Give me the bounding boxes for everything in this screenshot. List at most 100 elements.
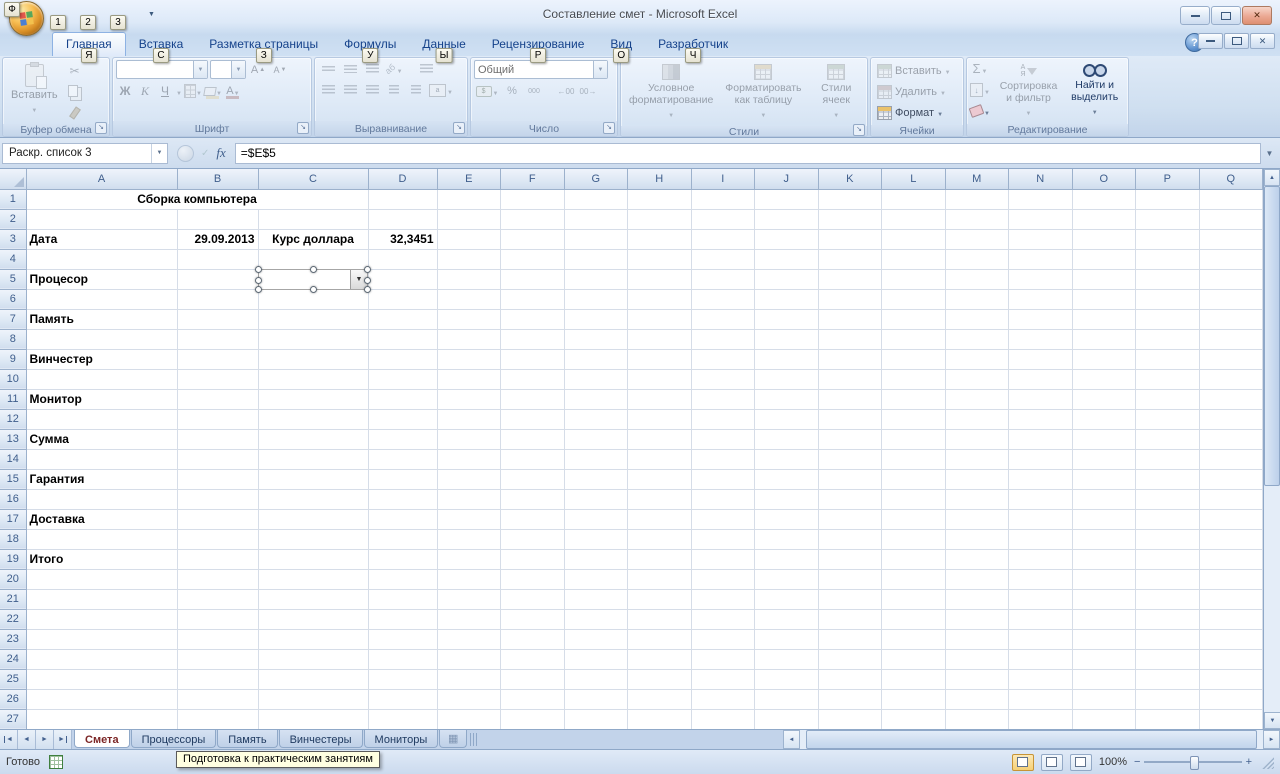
- format-painter-button[interactable]: [65, 104, 85, 122]
- cell-G8[interactable]: [564, 329, 628, 350]
- cell-E16[interactable]: [437, 489, 501, 510]
- cell-E10[interactable]: [437, 369, 501, 390]
- cell-M19[interactable]: [945, 549, 1009, 570]
- cell-G6[interactable]: [564, 289, 628, 310]
- cell-K1[interactable]: [818, 189, 882, 210]
- cell-I3[interactable]: [691, 229, 755, 250]
- row-header-4[interactable]: 4: [0, 249, 27, 270]
- orientation-button[interactable]: аб: [383, 60, 404, 78]
- cell-D21[interactable]: [368, 589, 438, 610]
- cell-D14[interactable]: [368, 449, 438, 470]
- horizontal-scrollbar[interactable]: ◄ ►: [783, 730, 1280, 749]
- find-select-button[interactable]: Найти и выделить: [1064, 60, 1125, 122]
- cell-C12[interactable]: [258, 409, 369, 430]
- cell-J8[interactable]: [754, 329, 819, 350]
- cell-F25[interactable]: [500, 669, 565, 690]
- cell-I14[interactable]: [691, 449, 755, 470]
- cell-E4[interactable]: [437, 249, 501, 270]
- cell-Q4[interactable]: [1199, 249, 1263, 270]
- cell-D7[interactable]: [368, 309, 438, 330]
- row-header-27[interactable]: 27: [0, 709, 27, 729]
- cell-K2[interactable]: [818, 209, 882, 230]
- cell-D26[interactable]: [368, 689, 438, 710]
- cell-J21[interactable]: [754, 589, 819, 610]
- selection-handle[interactable]: [310, 286, 317, 293]
- cell-I15[interactable]: [691, 469, 755, 490]
- cell-N27[interactable]: [1008, 709, 1073, 729]
- cell-C11[interactable]: [258, 389, 369, 410]
- cell-E24[interactable]: [437, 649, 501, 670]
- row-header-9[interactable]: 9: [0, 349, 27, 370]
- cell-O9[interactable]: [1072, 349, 1136, 370]
- cell-B15[interactable]: [177, 469, 259, 490]
- cell-E5[interactable]: [437, 269, 501, 290]
- page-break-view-button[interactable]: [1069, 753, 1092, 771]
- cell-B11[interactable]: [177, 389, 259, 410]
- cell-I22[interactable]: [691, 609, 755, 630]
- cell-F18[interactable]: [500, 529, 565, 550]
- cell-H2[interactable]: [627, 209, 692, 230]
- column-header-Q[interactable]: Q: [1199, 169, 1263, 190]
- autosum-button[interactable]: [970, 60, 990, 78]
- cell-Q5[interactable]: [1199, 269, 1263, 290]
- dialog-launcher-icon[interactable]: [297, 122, 309, 134]
- cell-O12[interactable]: [1072, 409, 1136, 430]
- row-header-13[interactable]: 13: [0, 429, 27, 450]
- selection-handle[interactable]: [255, 277, 262, 284]
- selection-handle[interactable]: [364, 286, 371, 293]
- cell-D9[interactable]: [368, 349, 438, 370]
- cell-K18[interactable]: [818, 529, 882, 550]
- row-header-6[interactable]: 6: [0, 289, 27, 310]
- cell-I11[interactable]: [691, 389, 755, 410]
- cell-L17[interactable]: [881, 509, 946, 530]
- cell-L10[interactable]: [881, 369, 946, 390]
- format-cells-button[interactable]: Формат: [874, 102, 960, 123]
- cell-O27[interactable]: [1072, 709, 1136, 729]
- delete-cells-button[interactable]: Удалить: [874, 81, 960, 102]
- cell-D2[interactable]: [368, 209, 438, 230]
- font-color-button[interactable]: А: [224, 82, 242, 100]
- cell-M8[interactable]: [945, 329, 1009, 350]
- cell-L12[interactable]: [881, 409, 946, 430]
- cell-L4[interactable]: [881, 249, 946, 270]
- cell-N24[interactable]: [1008, 649, 1073, 670]
- dialog-launcher-icon[interactable]: [603, 122, 615, 134]
- cell-M9[interactable]: [945, 349, 1009, 370]
- cell-C26[interactable]: [258, 689, 369, 710]
- cell-H9[interactable]: [627, 349, 692, 370]
- cell-L14[interactable]: [881, 449, 946, 470]
- cell-M13[interactable]: [945, 429, 1009, 450]
- cell-J7[interactable]: [754, 309, 819, 330]
- cell-P23[interactable]: [1135, 629, 1200, 650]
- cell-B2[interactable]: [177, 209, 259, 230]
- cell-D24[interactable]: [368, 649, 438, 670]
- cell-K3[interactable]: [818, 229, 882, 250]
- paste-button[interactable]: Вставить: [6, 60, 63, 122]
- cell-C27[interactable]: [258, 709, 369, 729]
- cell-F3[interactable]: [500, 229, 565, 250]
- cell-H27[interactable]: [627, 709, 692, 729]
- cell-M16[interactable]: [945, 489, 1009, 510]
- cell-I25[interactable]: [691, 669, 755, 690]
- cell-K13[interactable]: [818, 429, 882, 450]
- bold-button[interactable]: Ж: [116, 82, 134, 100]
- cell-H5[interactable]: [627, 269, 692, 290]
- cell-O2[interactable]: [1072, 209, 1136, 230]
- cell-N23[interactable]: [1008, 629, 1073, 650]
- horizontal-scroll-thumb[interactable]: [806, 730, 1257, 749]
- cell-G9[interactable]: [564, 349, 628, 370]
- cell-H23[interactable]: [627, 629, 692, 650]
- cell-O6[interactable]: [1072, 289, 1136, 310]
- decrease-indent-button[interactable]: [384, 81, 404, 99]
- row-header-3[interactable]: 3: [0, 229, 27, 250]
- cell-A15[interactable]: Гарантия: [26, 469, 178, 490]
- cell-I8[interactable]: [691, 329, 755, 350]
- cell-Q19[interactable]: [1199, 549, 1263, 570]
- cell-H3[interactable]: [627, 229, 692, 250]
- row-header-15[interactable]: 15: [0, 469, 27, 490]
- workbook-close-button[interactable]: [1250, 33, 1275, 49]
- cell-B5[interactable]: [177, 269, 259, 290]
- dialog-launcher-icon[interactable]: [95, 122, 107, 134]
- cell-P9[interactable]: [1135, 349, 1200, 370]
- vertical-scroll-thumb[interactable]: [1264, 186, 1280, 486]
